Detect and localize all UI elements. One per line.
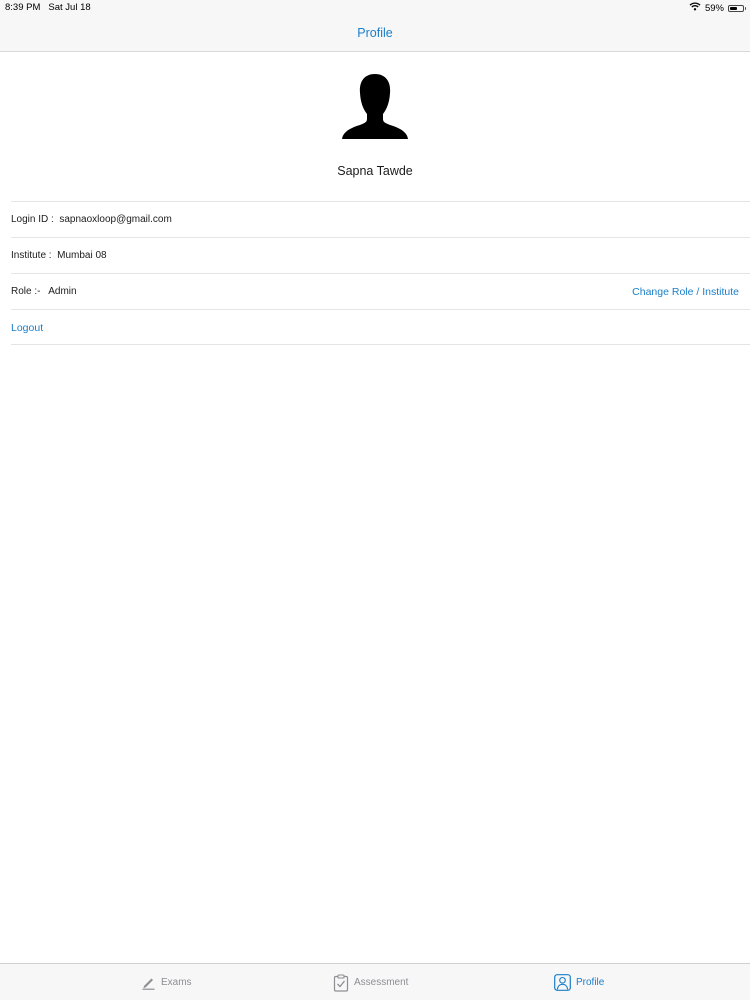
battery-percent: 59% (704, 2, 724, 14)
institute-row: Institute : Mumbai 08 (11, 237, 750, 273)
person-icon (554, 974, 571, 991)
profile-info-list: Login ID : sapnaoxloop@gmail.com Institu… (0, 201, 750, 345)
profile-screen: 8:39 PM Sat Jul 18 59% Profile Sapna Taw… (0, 0, 750, 1000)
page-title: Profile (357, 26, 393, 40)
avatar-silhouette-icon (340, 72, 410, 142)
tab-exams-label: Exams (161, 977, 192, 988)
logout-button[interactable]: Logout (11, 322, 43, 334)
login-id-row: Login ID : sapnaoxloop@gmail.com (11, 201, 750, 237)
status-bar: 8:39 PM Sat Jul 18 59% (0, 0, 750, 16)
tab-exams[interactable]: Exams (141, 964, 192, 1000)
battery-icon (728, 4, 746, 12)
tab-bar: Exams Assessment Profile (0, 963, 750, 1000)
role-row: Role :- Admin Change Role / Institute (11, 273, 750, 309)
status-time: 8:39 PM (5, 2, 41, 13)
tab-assessment-label: Assessment (354, 977, 409, 988)
wifi-icon (689, 2, 701, 14)
login-id-text: Login ID : sapnaoxloop@gmail.com (11, 214, 172, 225)
role-text: Role :- Admin (11, 286, 77, 297)
tab-assessment[interactable]: Assessment (333, 964, 408, 1000)
logout-row: Logout (11, 309, 750, 345)
tab-profile[interactable]: Profile (554, 964, 604, 1000)
navigation-bar: Profile (0, 16, 750, 52)
tab-profile-label: Profile (576, 977, 605, 988)
status-left: 8:39 PM Sat Jul 18 (5, 2, 91, 13)
clipboard-check-icon (333, 973, 349, 992)
user-name: Sapna Tawde (337, 164, 413, 178)
change-role-button[interactable]: Change Role / Institute (632, 286, 739, 298)
status-date: Sat Jul 18 (48, 2, 91, 13)
status-right: 59% (689, 2, 746, 14)
battery-fill (730, 6, 738, 10)
pencil-icon (141, 975, 156, 990)
institute-text: Institute : Mumbai 08 (11, 250, 107, 261)
